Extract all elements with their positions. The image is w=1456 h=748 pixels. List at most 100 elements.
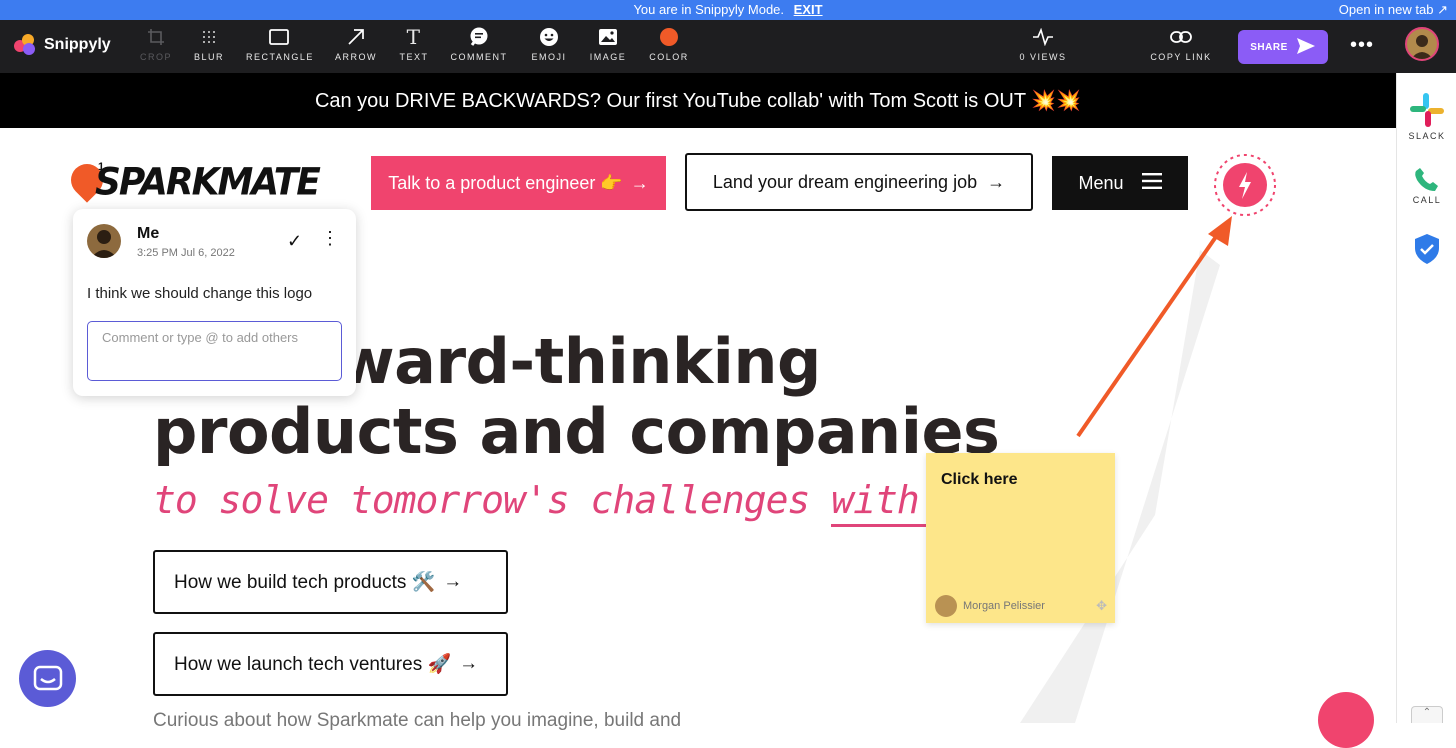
comment-timestamp: 3:25 PM Jul 6, 2022	[137, 247, 235, 259]
views-counter[interactable]: 0 VIEWS	[1016, 26, 1070, 62]
reply-input[interactable]	[87, 321, 342, 381]
comment-author: Me	[137, 225, 160, 242]
chat-widget-button[interactable]	[19, 650, 76, 707]
color-tool[interactable]: COLOR	[649, 26, 689, 62]
comment-options-icon[interactable]: ⋮	[321, 229, 339, 247]
arrow-tool[interactable]: ARROW	[334, 26, 378, 62]
floating-action-button[interactable]	[1318, 692, 1374, 748]
annotation-arrow[interactable]	[1070, 212, 1240, 442]
dream-job-button[interactable]: Land your dream engineering job →	[685, 153, 1033, 211]
link-icon	[1150, 26, 1212, 48]
sticky-note-author: Morgan Pelissier	[935, 595, 1045, 617]
crop-icon	[138, 26, 174, 48]
blur-label: BLUR	[193, 52, 224, 62]
arrow-label: ARROW	[335, 52, 377, 62]
menu-label: Menu	[1078, 172, 1124, 193]
emoji-label: EMOJI	[531, 52, 567, 62]
snippyly-brand[interactable]: Snippyly	[14, 34, 111, 56]
hero-headline-line2: products and companies	[153, 395, 1000, 468]
call-label: CALL	[1412, 195, 1442, 205]
hamburger-icon	[1141, 172, 1162, 194]
comment-label: COMMENT	[450, 52, 508, 62]
launch-ventures-button[interactable]: How we launch tech ventures 🚀 →	[153, 632, 508, 696]
image-tool[interactable]: IMAGE	[589, 26, 627, 62]
share-label: SHARE	[1250, 41, 1288, 53]
sticky-author-avatar	[935, 595, 957, 617]
launch-ventures-label: How we launch tech ventures 🚀	[174, 654, 452, 675]
rectangle-icon	[246, 26, 312, 48]
comment-card: Me 3:25 PM Jul 6, 2022 ✓ ⋮ I think we sh…	[73, 209, 356, 396]
snippyly-toolbar: Snippyly CROP BLUR RECTANGLE ARROW T TEX…	[0, 20, 1456, 73]
comment-text: I think we should change this logo	[87, 285, 313, 302]
send-icon	[1296, 37, 1316, 58]
arrow-icon	[334, 26, 378, 48]
slack-icon	[1397, 91, 1456, 131]
chevron-up-icon: ⌃	[1422, 707, 1432, 718]
image-icon	[589, 26, 627, 48]
phone-icon	[1397, 165, 1456, 195]
chat-icon	[33, 665, 62, 690]
announcement-text: Can you DRIVE BACKWARDS? Our first YouTu…	[314, 90, 1082, 112]
emoji-icon	[530, 26, 568, 48]
color-label: COLOR	[649, 52, 689, 62]
hero-tagline: to solve tomorrow's challenges with you	[153, 478, 1007, 527]
copy-link-label: COPY LINK	[1150, 52, 1212, 62]
rectangle-tool[interactable]: RECTANGLE	[246, 26, 312, 62]
open-new-tab-link[interactable]: Open in new tab ↗	[1339, 2, 1448, 18]
sparkmate-badge-icon[interactable]	[1212, 152, 1278, 218]
right-sidebar: SLACK CALL ⌃	[1396, 73, 1456, 723]
open-new-tab-label: Open in new tab	[1338, 2, 1434, 17]
activity-icon	[1016, 26, 1070, 48]
mode-message-wrap: You are in Snippyly Mode. EXIT	[0, 2, 1456, 17]
external-link-icon: ↗	[1437, 2, 1448, 17]
slack-button[interactable]: SLACK	[1397, 91, 1456, 141]
share-button[interactable]: SHARE	[1238, 30, 1328, 64]
sticky-author-name: Morgan Pelissier	[963, 600, 1045, 612]
move-handle-icon[interactable]: ✥	[1096, 598, 1107, 614]
sparkmate-logo[interactable]: SPARKMATE	[95, 161, 321, 204]
snippyly-logo-icon	[14, 34, 38, 56]
sticky-note[interactable]: Click here Morgan Pelissier ✥	[926, 453, 1115, 623]
text-icon: T	[406, 25, 422, 49]
hero-subtext: Curious about how Sparkmate can help you…	[153, 710, 682, 731]
call-button[interactable]: CALL	[1397, 165, 1456, 205]
build-products-button[interactable]: How we build tech products 🛠️ →	[153, 550, 508, 614]
brand-name: Snippyly	[44, 36, 111, 53]
menu-button[interactable]: Menu	[1052, 156, 1188, 210]
copy-link-button[interactable]: COPY LINK	[1150, 26, 1212, 62]
scroll-up-button[interactable]: ⌃	[1411, 706, 1443, 723]
user-avatar[interactable]	[1405, 27, 1439, 61]
views-label: 0 VIEWS	[1019, 52, 1067, 62]
sticky-note-title[interactable]: Click here	[941, 471, 1017, 489]
image-label: IMAGE	[589, 52, 627, 62]
dream-job-label: Land your dream engineering job	[712, 171, 978, 192]
slack-label: SLACK	[1408, 131, 1446, 141]
resolve-check-icon[interactable]: ✓	[287, 231, 302, 252]
announcement-bar[interactable]: Can you DRIVE BACKWARDS? Our first YouTu…	[0, 73, 1396, 128]
rectangle-label: RECTANGLE	[246, 52, 314, 62]
text-label: TEXT	[399, 52, 429, 62]
talk-button-label: Talk to a product engineer 👉	[388, 172, 623, 193]
snippyly-mode-bar: You are in Snippyly Mode. EXIT Open in n…	[0, 0, 1456, 20]
emoji-tool[interactable]: EMOJI	[530, 26, 568, 62]
text-tool[interactable]: T TEXT	[398, 25, 430, 62]
shield-check-icon	[1397, 233, 1456, 267]
arrow-right-icon: →	[459, 653, 479, 674]
comment-icon	[450, 26, 508, 48]
crop-tool[interactable]: CROP	[138, 26, 174, 62]
blur-tool[interactable]: BLUR	[193, 26, 225, 62]
talk-to-engineer-button[interactable]: Talk to a product engineer 👉 →	[371, 156, 666, 210]
comment-tool[interactable]: COMMENT	[450, 26, 508, 62]
crop-label: CROP	[139, 52, 172, 62]
more-options-icon[interactable]: •••	[1350, 34, 1374, 57]
blur-icon	[193, 26, 225, 48]
verify-button[interactable]	[1397, 233, 1456, 267]
build-products-label: How we build tech products 🛠️	[174, 572, 436, 593]
exit-mode-link[interactable]: EXIT	[794, 2, 823, 17]
tagline-start: to solve tomorrow's challenges	[153, 478, 810, 522]
comment-author-avatar	[87, 224, 121, 258]
mode-message: You are in Snippyly Mode.	[633, 2, 785, 17]
color-dot-icon	[649, 26, 689, 48]
arrow-right-icon: →	[443, 571, 463, 592]
arrow-right-icon: →	[987, 171, 1006, 192]
